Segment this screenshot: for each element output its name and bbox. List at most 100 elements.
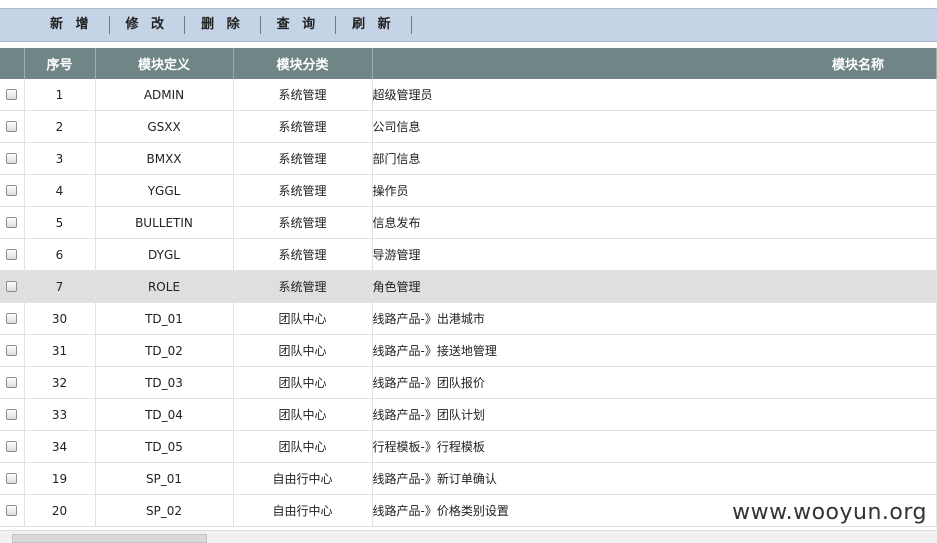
- row-checkbox[interactable]: [6, 441, 18, 452]
- cell-module-code: GSXX: [95, 110, 234, 143]
- row-checkbox[interactable]: [6, 185, 18, 196]
- cell-no: 30: [24, 302, 96, 335]
- toolbar-separator: [410, 16, 412, 34]
- cell-module-code: ROLE: [95, 270, 234, 303]
- cell-no: 5: [24, 206, 96, 239]
- cell-module-code: TD_05: [95, 430, 234, 463]
- table-row[interactable]: 5 BULLETIN 系统管理 信息发布: [0, 206, 937, 239]
- table-row[interactable]: 3 BMXX 系统管理 部门信息: [0, 142, 937, 175]
- toolbar-separator: [259, 16, 261, 34]
- horizontal-scrollbar[interactable]: [0, 530, 937, 543]
- cell-module-code: DYGL: [95, 238, 234, 271]
- row-checkbox[interactable]: [6, 377, 18, 388]
- row-checkbox-cell: [0, 430, 25, 463]
- table-row[interactable]: 4 YGGL 系统管理 操作员: [0, 174, 937, 207]
- cell-no: 2: [24, 110, 96, 143]
- cell-module-category: 自由行中心: [233, 494, 373, 527]
- row-checkbox[interactable]: [6, 473, 18, 484]
- cell-no: 33: [24, 398, 96, 431]
- table-row[interactable]: 2 GSXX 系统管理 公司信息: [0, 110, 937, 143]
- toolbar-separator: [184, 16, 186, 34]
- watermark: www.wooyun.org: [732, 500, 927, 525]
- cell-module-name: 线路产品-》接送地管理: [372, 334, 937, 367]
- cell-module-name: 线路产品-》出港城市: [372, 302, 937, 335]
- cell-module-category: 系统管理: [233, 174, 373, 207]
- row-checkbox-cell: [0, 494, 25, 527]
- cell-module-name: 线路产品-》团队计划: [372, 398, 937, 431]
- edit-button[interactable]: 修 改: [116, 8, 179, 42]
- header-module-code[interactable]: 模块定义: [95, 48, 234, 79]
- cell-module-category: 团队中心: [233, 366, 373, 399]
- cell-module-code: BULLETIN: [95, 206, 234, 239]
- header-no[interactable]: 序号: [24, 48, 96, 79]
- cell-no: 19: [24, 462, 96, 495]
- cell-module-code: TD_01: [95, 302, 234, 335]
- delete-button[interactable]: 删 除: [191, 8, 254, 42]
- cell-module-name: 线路产品-》新订单确认: [372, 462, 937, 495]
- cell-module-category: 系统管理: [233, 79, 373, 111]
- table-header-row: 序号 模块定义 模块分类 模块名称: [0, 48, 937, 79]
- header-module-category[interactable]: 模块分类: [233, 48, 373, 79]
- row-checkbox-cell: [0, 174, 25, 207]
- row-checkbox[interactable]: [6, 281, 18, 292]
- row-checkbox[interactable]: [6, 89, 18, 100]
- row-checkbox-cell: [0, 302, 25, 335]
- header-module-name[interactable]: 模块名称: [372, 48, 937, 79]
- cell-module-code: YGGL: [95, 174, 234, 207]
- row-checkbox[interactable]: [6, 121, 18, 132]
- cell-module-name: 线路产品-》团队报价: [372, 366, 937, 399]
- cell-no: 6: [24, 238, 96, 271]
- row-checkbox-cell: [0, 334, 25, 367]
- toolbar-separator: [335, 16, 337, 34]
- cell-module-category: 系统管理: [233, 270, 373, 303]
- cell-no: 1: [24, 79, 96, 111]
- cell-no: 4: [24, 174, 96, 207]
- cell-module-name: 超级管理员: [372, 79, 937, 111]
- cell-module-code: BMXX: [95, 142, 234, 175]
- table-row[interactable]: 34 TD_05 团队中心 行程模板-》行程模板: [0, 430, 937, 463]
- cell-no: 32: [24, 366, 96, 399]
- cell-module-name: 导游管理: [372, 238, 937, 271]
- row-checkbox[interactable]: [6, 217, 18, 228]
- refresh-button[interactable]: 刷 新: [342, 8, 405, 42]
- table-row[interactable]: 1 ADMIN 系统管理 超级管理员: [0, 79, 937, 111]
- cell-module-code: SP_01: [95, 462, 234, 495]
- cell-module-code: TD_02: [95, 334, 234, 367]
- add-button[interactable]: 新 增: [40, 8, 103, 42]
- query-button[interactable]: 查 询: [267, 8, 330, 42]
- row-checkbox[interactable]: [6, 153, 18, 164]
- cell-no: 20: [24, 494, 96, 527]
- cell-module-name: 角色管理: [372, 270, 937, 303]
- row-checkbox-cell: [0, 110, 25, 143]
- cell-module-name: 信息发布: [372, 206, 937, 239]
- row-checkbox-cell: [0, 366, 25, 399]
- row-checkbox[interactable]: [6, 313, 18, 324]
- header-select: [0, 48, 25, 79]
- table-row[interactable]: 7 ROLE 系统管理 角色管理: [0, 270, 937, 303]
- cell-module-code: TD_03: [95, 366, 234, 399]
- cell-module-code: SP_02: [95, 494, 234, 527]
- row-checkbox[interactable]: [6, 345, 18, 356]
- cell-module-name: 公司信息: [372, 110, 937, 143]
- row-checkbox[interactable]: [6, 505, 18, 516]
- module-table: 序号 模块定义 模块分类 模块名称 1 ADMIN 系统管理 超级管理员 2 GSXX 系统…: [0, 48, 937, 527]
- table-row[interactable]: 32 TD_03 团队中心 线路产品-》团队报价: [0, 366, 937, 399]
- table-row[interactable]: 31 TD_02 团队中心 线路产品-》接送地管理: [0, 334, 937, 367]
- cell-module-name: 部门信息: [372, 142, 937, 175]
- cell-module-category: 系统管理: [233, 142, 373, 175]
- row-checkbox-cell: [0, 142, 25, 175]
- row-checkbox-cell: [0, 270, 25, 303]
- row-checkbox-cell: [0, 79, 25, 111]
- cell-module-name: 行程模板-》行程模板: [372, 430, 937, 463]
- table-row[interactable]: 30 TD_01 团队中心 线路产品-》出港城市: [0, 302, 937, 335]
- cell-no: 3: [24, 142, 96, 175]
- cell-no: 7: [24, 270, 96, 303]
- table-row[interactable]: 33 TD_04 团队中心 线路产品-》团队计划: [0, 398, 937, 431]
- table-row[interactable]: 6 DYGL 系统管理 导游管理: [0, 238, 937, 271]
- cell-module-category: 系统管理: [233, 206, 373, 239]
- row-checkbox[interactable]: [6, 249, 18, 260]
- toolbar: 新 增 修 改 删 除 查 询 刷 新: [0, 8, 937, 42]
- table-row[interactable]: 19 SP_01 自由行中心 线路产品-》新订单确认: [0, 462, 937, 495]
- row-checkbox[interactable]: [6, 409, 18, 420]
- cell-module-category: 团队中心: [233, 430, 373, 463]
